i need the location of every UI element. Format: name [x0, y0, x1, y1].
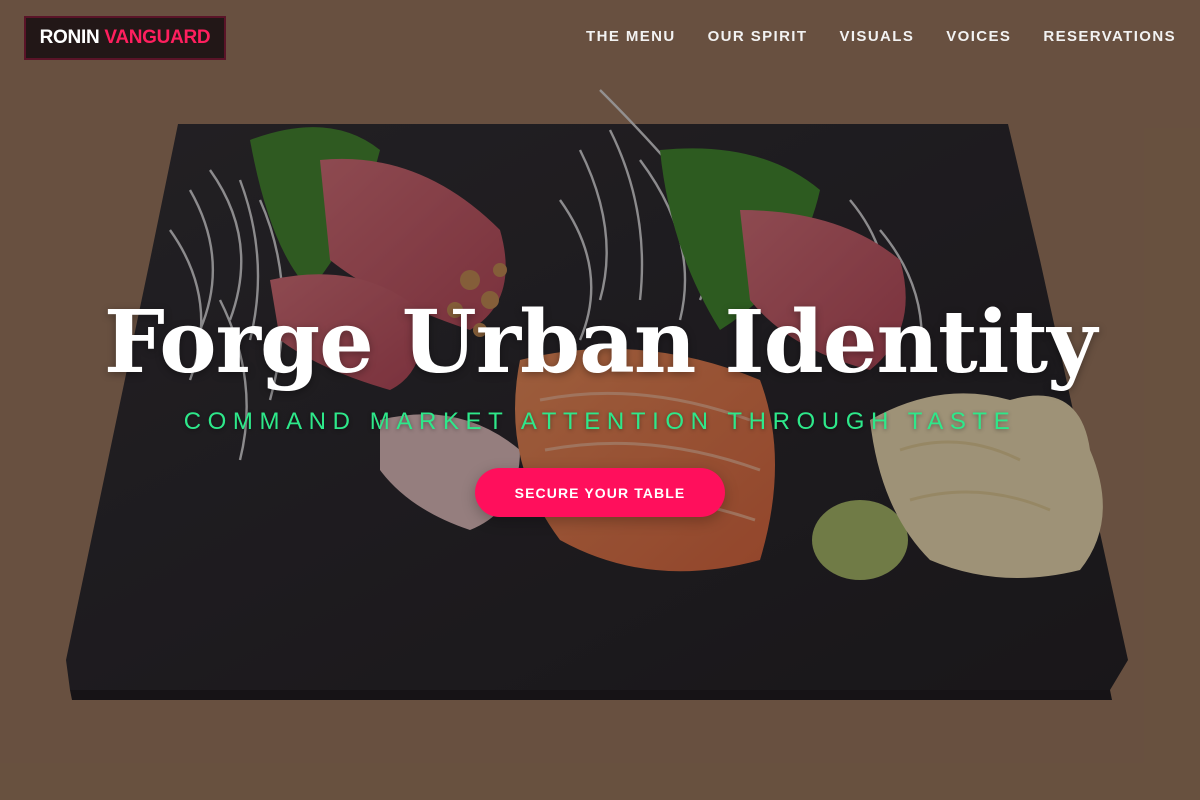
- hero-headline: Forge Urban Identity: [103, 292, 1097, 393]
- secure-table-button[interactable]: SECURE YOUR TABLE: [475, 468, 725, 517]
- hero-content: Forge Urban Identity COMMAND MARKET ATTE…: [0, 0, 1200, 800]
- hero-tagline: COMMAND MARKET ATTENTION THROUGH TASTE: [183, 408, 1017, 435]
- hero-section: RONIN VANGUARD THE MENU OUR SPIRIT VISUA…: [0, 0, 1200, 800]
